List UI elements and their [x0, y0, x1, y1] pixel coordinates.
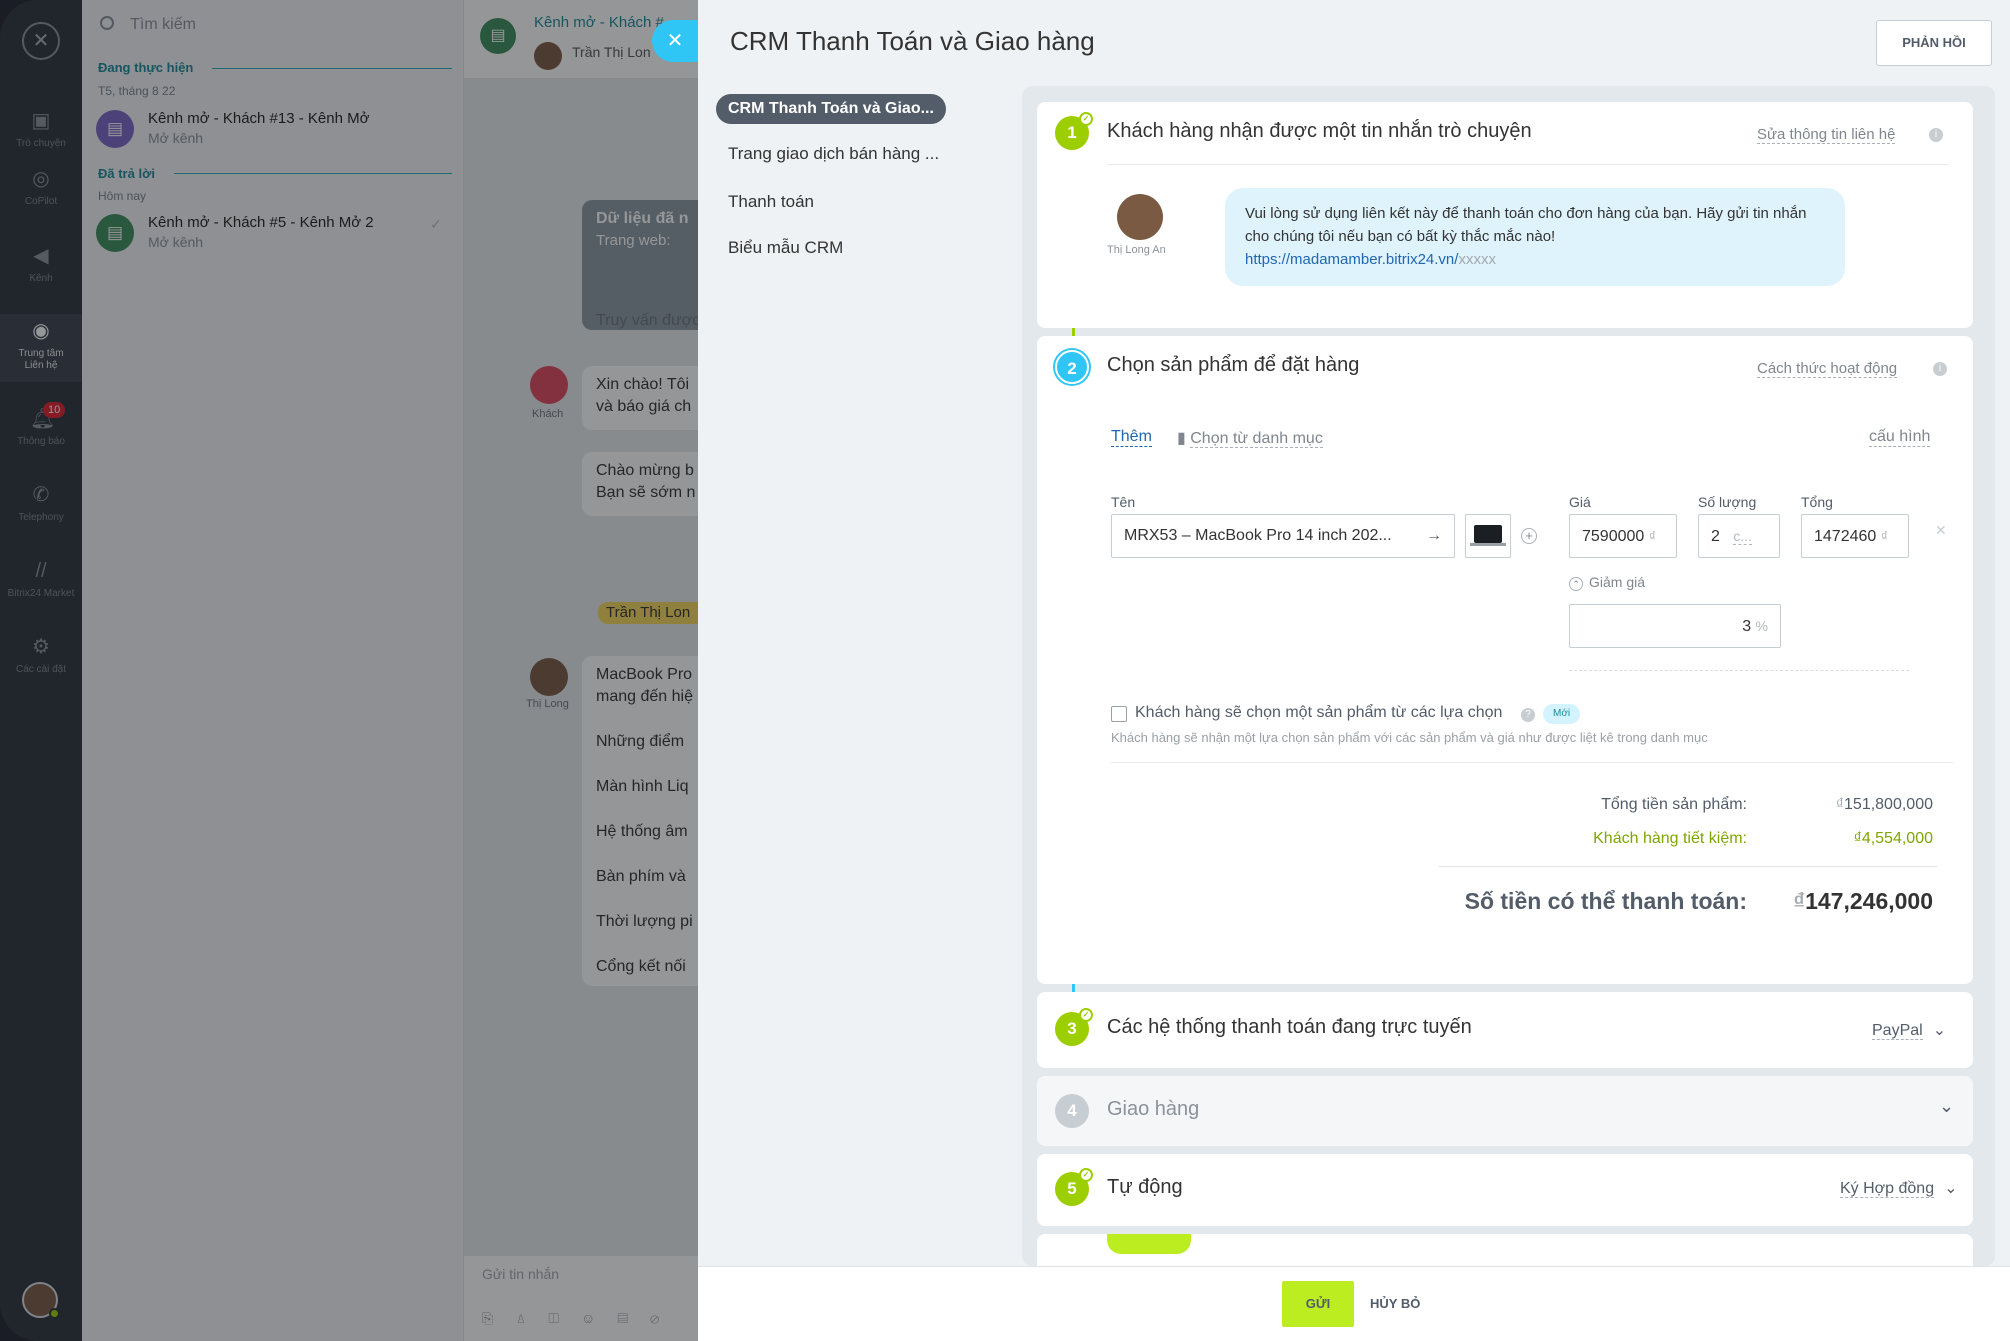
chevron-down-icon: ⌄: [1932, 1022, 1947, 1039]
automation-selector[interactable]: Ký Hợp đồng ⌄: [1840, 1178, 1958, 1198]
step-card-1: 1 ✓ Khách hàng nhận được một tin nhắn trò…: [1037, 102, 1973, 328]
discount-toggle[interactable]: ⌃ Giảm giá: [1569, 574, 1645, 591]
nav-item-crm-form[interactable]: Biểu mẫu CRM: [716, 232, 855, 264]
step-card-3[interactable]: 3 ✓ Các hệ thống thanh toán đang trực tuy…: [1037, 992, 1973, 1068]
total-field[interactable]: 1472460 ₫: [1801, 514, 1909, 558]
product-name-field[interactable]: MRX53 – MacBook Pro 14 inch 202... →: [1111, 514, 1455, 558]
cancel-button[interactable]: HỦY BỎ: [1370, 1281, 1420, 1327]
crm-slider-panel: ✕ CRM Thanh Toán và Giao hàng PHẢN HỒI C…: [652, 0, 2010, 1341]
divider: [1439, 866, 1937, 867]
step-card-2: 2 Chọn sản phẩm để đặt hàng Cách thức ho…: [1037, 336, 1973, 984]
remove-row-icon[interactable]: ✕: [1935, 522, 1947, 539]
page-title: CRM Thanh Toán và Giao hàng: [730, 26, 1095, 56]
catalog-link[interactable]: ▮ Chọn từ danh mục: [1177, 428, 1323, 448]
content-area: 1 ✓ Khách hàng nhận được một tin nhắn trò…: [1022, 86, 1995, 1274]
feedback-button[interactable]: PHẢN HỒI: [1876, 20, 1992, 66]
check-icon: ✓: [1079, 1008, 1093, 1022]
book-icon: ▮: [1177, 430, 1191, 447]
quantity-field[interactable]: 2 c...: [1698, 514, 1780, 558]
step-title: Chọn sản phẩm để đặt hàng: [1107, 354, 1360, 376]
step-number: 1 ✓: [1055, 112, 1093, 150]
step-title: Khách hàng nhận được một tin nhắn trò ch…: [1107, 120, 1532, 142]
divider: [1569, 670, 1909, 671]
choose-product-hint: Khách hàng sẽ nhận một lựa chọn sản phẩm…: [1111, 730, 1708, 745]
divider: [1107, 164, 1949, 165]
plus-icon[interactable]: +: [1521, 528, 1537, 544]
step-card-5[interactable]: 5 ✓ Tự động Ký Hợp đồng ⌄: [1037, 1154, 1973, 1226]
step-number: 3 ✓: [1055, 1008, 1093, 1046]
step-title: Tự động: [1107, 1176, 1183, 1198]
products-total-value: ₫151,800,000: [1835, 796, 1933, 813]
agent-name: Thị Long An: [1107, 244, 1166, 256]
new-badge: Mới: [1543, 704, 1581, 724]
column-name-label: Tên: [1111, 494, 1136, 510]
payment-link[interactable]: https://madamamber.bitrix24.vn/: [1245, 251, 1458, 268]
nav-item-payment[interactable]: Thanh toán: [716, 186, 826, 218]
chevron-up-icon: ⌃: [1569, 577, 1583, 591]
step-button-partial: [1107, 1234, 1191, 1254]
config-link[interactable]: cấu hình: [1869, 428, 1931, 447]
step-card-4[interactable]: 4 Giao hàng ⌄: [1037, 1076, 1973, 1146]
payable-label: Số tiền có thể thanh toán:: [1464, 888, 1747, 914]
step-number: 4: [1055, 1094, 1089, 1128]
how-it-works-link[interactable]: Cách thức hoạt động: [1757, 360, 1898, 378]
footer-bar: GỬI HỦY BỎ: [698, 1266, 2010, 1341]
nav-item-sales-page[interactable]: Trang giao dịch bán hàng ...: [716, 138, 951, 170]
payable-value: ₫147,246,000: [1793, 888, 1933, 914]
send-button[interactable]: GỬI: [1282, 1281, 1354, 1327]
divider: [1111, 762, 1953, 763]
choose-product-label: Khách hàng sẽ chọn một sản phẩm từ các l…: [1135, 704, 1503, 721]
step-number: 5 ✓: [1055, 1168, 1093, 1206]
close-slider-button[interactable]: ✕: [652, 20, 698, 62]
arrow-right-icon: →: [1426, 527, 1442, 544]
info-icon[interactable]: i: [1929, 128, 1943, 142]
column-price-label: Giá: [1569, 494, 1591, 510]
message-preview: Vui lòng sử dụng liên kết này để thanh t…: [1225, 188, 1845, 286]
product-image[interactable]: [1465, 514, 1511, 558]
savings-value: ₫4,554,000: [1853, 830, 1933, 847]
edit-contact-link[interactable]: Sửa thông tin liên hệ: [1757, 126, 1896, 144]
info-icon[interactable]: i: [1933, 362, 1947, 376]
price-field[interactable]: 7590000 ₫: [1569, 514, 1677, 558]
discount-field[interactable]: 3 %: [1569, 604, 1781, 648]
products-total-label: Tổng tiền sản phẩm:: [1601, 796, 1747, 813]
help-icon[interactable]: ?: [1521, 708, 1535, 722]
chevron-down-icon[interactable]: ⌄: [1939, 1096, 1954, 1117]
column-total-label: Tổng: [1801, 494, 1833, 510]
step-title: Giao hàng: [1107, 1098, 1200, 1120]
choose-product-checkbox[interactable]: [1111, 706, 1127, 722]
agent-avatar: [1117, 194, 1163, 240]
close-icon: ✕: [666, 30, 684, 52]
nav-item-crm-payment[interactable]: CRM Thanh Toán và Giao...: [716, 94, 946, 124]
savings-label: Khách hàng tiết kiệm:: [1593, 830, 1747, 847]
check-icon: ✓: [1079, 112, 1093, 126]
column-qty-label: Số lượng: [1698, 494, 1757, 510]
overlay: [0, 0, 698, 1341]
payment-system-selector[interactable]: PayPal ⌄: [1872, 1020, 1946, 1040]
chevron-down-icon: ⌄: [1944, 1180, 1958, 1197]
add-product-link[interactable]: Thêm: [1111, 428, 1152, 447]
step-title: Các hệ thống thanh toán đang trực tuyến: [1107, 1016, 1472, 1038]
step-number: 2: [1055, 350, 1089, 384]
check-icon: ✓: [1079, 1168, 1093, 1182]
